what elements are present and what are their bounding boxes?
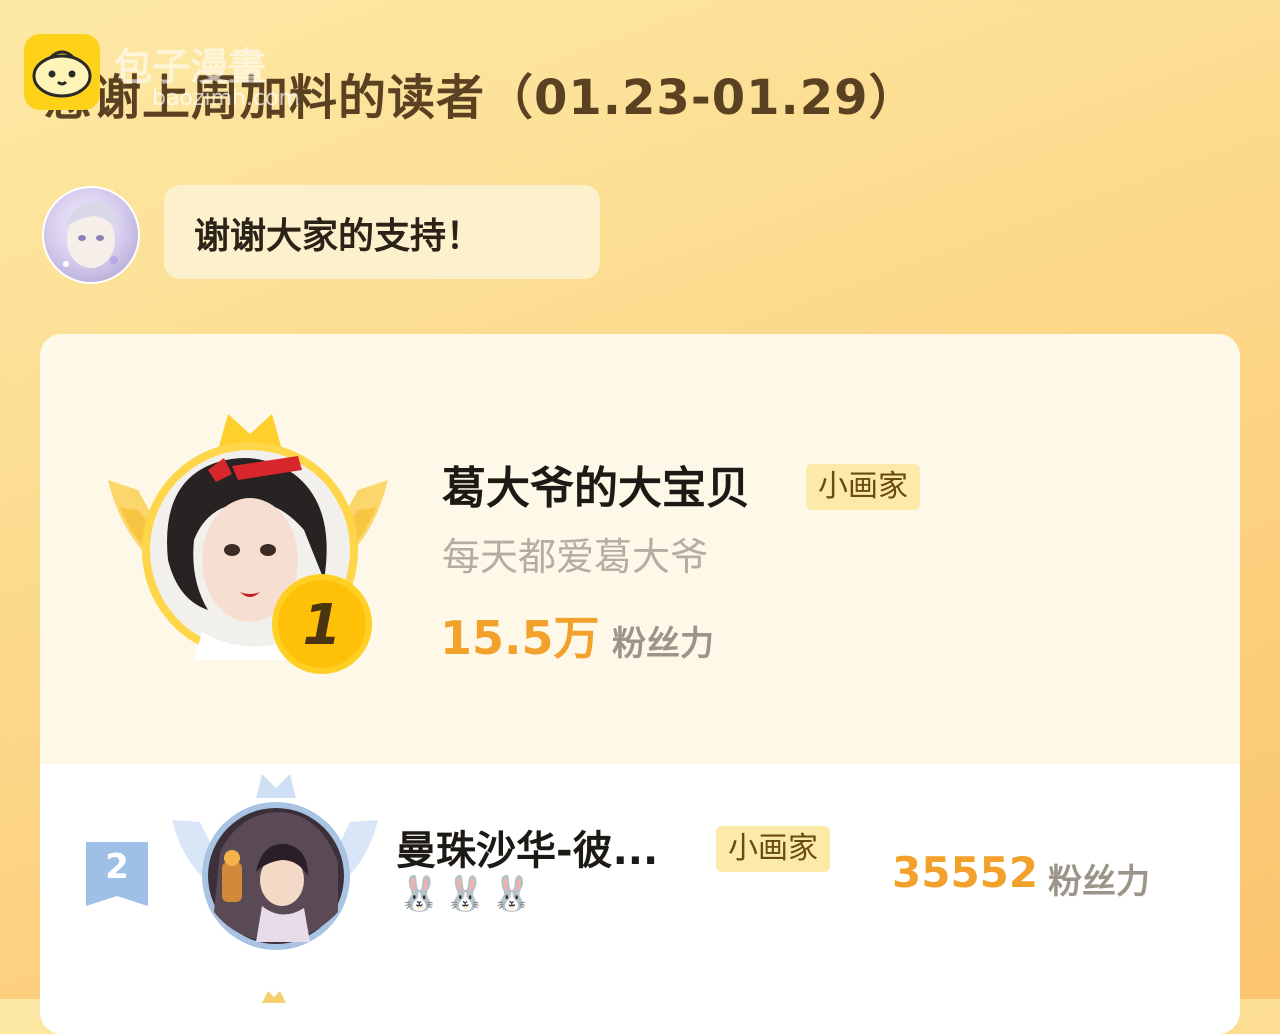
rank2-fans-value: 35552 <box>892 848 1039 897</box>
author-message-bubble: 谢谢大家的支持！ <box>164 185 600 279</box>
silver-crown-wings-icon[interactable] <box>170 772 380 956</box>
bun-logo-icon <box>24 34 100 110</box>
rank1-username[interactable]: 葛大爷的大宝贝 <box>442 452 750 516</box>
rank-ribbon-icon: 2 <box>86 842 148 910</box>
watermark-brand: 包子漫畫 <box>114 45 267 89</box>
rank1-signature: 每天都爱葛大爷 <box>442 535 709 579</box>
author-message-text: 谢谢大家的支持！ <box>194 216 483 257</box>
author-avatar[interactable] <box>42 186 140 284</box>
gold-crown-wings-icon[interactable]: 1 <box>98 410 398 684</box>
rank1-fans-label: 粉丝力 <box>612 624 714 664</box>
watermark: 包子漫畫 baozimh.com <box>24 34 324 114</box>
watermark-url: baozimh.com <box>152 86 300 111</box>
rank1-fans-value: 15.5万 <box>440 611 600 665</box>
rank3-crown-icon <box>254 988 294 1007</box>
rank2-fans-label: 粉丝力 <box>1048 862 1150 902</box>
rank1-number: 1 <box>303 593 342 658</box>
leaderboard-card: 1 葛大爷的大宝贝 小画家 每天都爱葛大爷 15.5万 粉丝力 2 曼珠沙华-彼… <box>40 334 1240 1034</box>
rank2-title-tag: 小画家 <box>716 826 830 872</box>
rank2-number: 2 <box>105 847 129 887</box>
rank1-title-tag: 小画家 <box>806 464 920 510</box>
rank2-username[interactable]: 曼珠沙华-彼... <box>396 818 658 876</box>
rank2-signature: 🐰🐰🐰 <box>398 874 538 914</box>
